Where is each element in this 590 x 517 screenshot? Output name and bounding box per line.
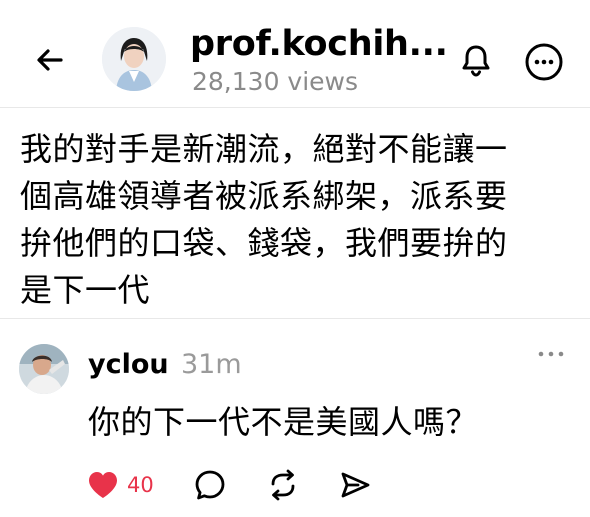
more-options-button[interactable] [522,40,566,84]
reply-timestamp: 31m [181,349,242,380]
post-line: 我的對手是新潮流，絕對不能讓一 [20,130,508,168]
comment-icon [195,470,225,500]
back-button[interactable] [30,40,70,80]
more-dots-icon [538,351,564,357]
reply-more-button[interactable] [536,344,566,364]
thread-page: prof.kochih... 28,130 views 我的對手是新潮流，絕對不… [0,0,590,517]
avatar[interactable] [102,27,166,91]
repost-icon [271,469,295,501]
view-count: 28,130 views [192,67,359,96]
like-count: 40 [127,473,154,497]
repost-button[interactable] [266,468,300,502]
post-line: 是下一代 [20,271,151,309]
profile-photo [102,27,166,91]
page-title[interactable]: prof.kochih... [190,22,448,66]
reply-profile-photo [19,344,69,394]
like-button[interactable]: 40 [87,468,154,502]
divider [0,107,590,108]
arrow-left-icon [37,49,63,71]
reply-avatar[interactable] [19,344,69,394]
bell-icon [462,45,490,77]
heart-icon [89,472,117,498]
share-icon [341,472,370,498]
header: prof.kochih... 28,130 views [0,0,590,108]
reply-username[interactable]: yclou [88,347,169,383]
notification-button[interactable] [456,40,496,80]
more-circle-icon [525,43,563,81]
reply-text: 你的下一代不是美國人嗎？ [88,403,479,441]
post-line: 個高雄領導者被派系綁架，派系要 [20,177,508,215]
post-text: 我的對手是新潮流，絕對不能讓一 個高雄領導者被派系綁架，派系要 拚他們的口袋、錢… [20,126,575,314]
divider [0,318,590,319]
comment-button[interactable] [193,468,227,502]
share-button[interactable] [338,468,372,502]
post-line: 拚他們的口袋、錢袋，我們要拚的 [20,224,508,262]
